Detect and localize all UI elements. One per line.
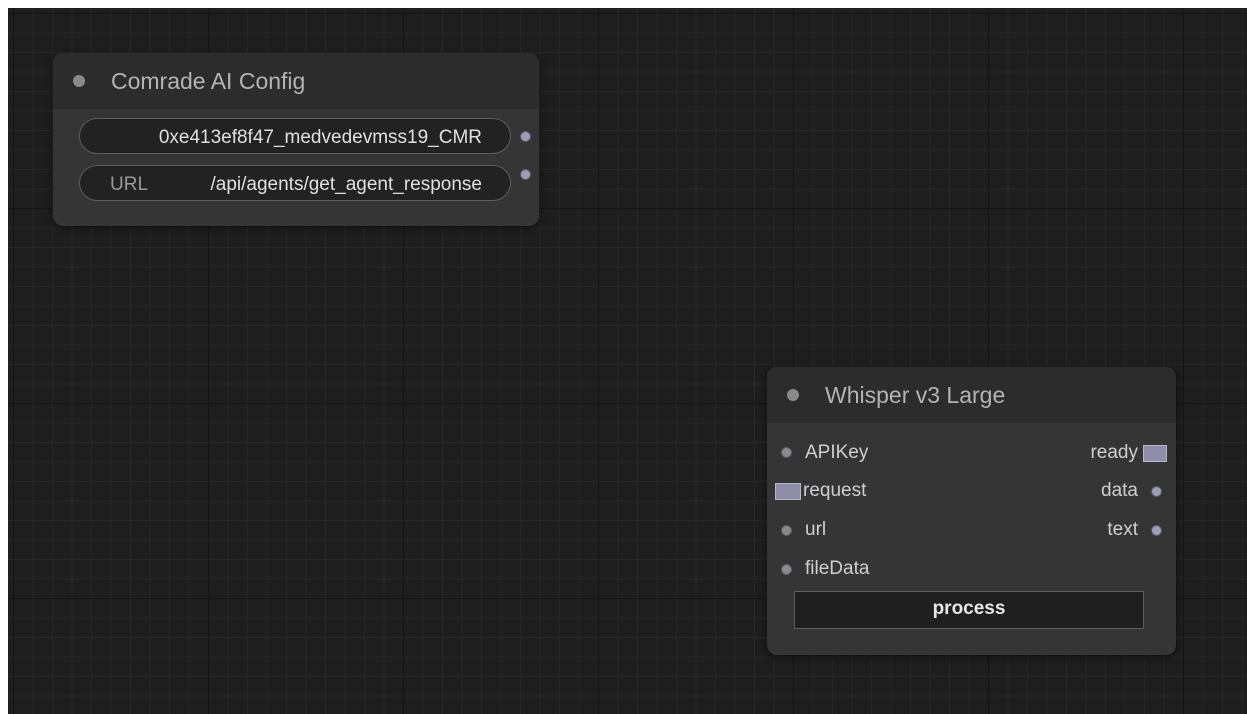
input-label-filedata: fileData bbox=[805, 558, 870, 579]
output-slot-url[interactable] bbox=[520, 169, 531, 180]
comrade-ai-config-node[interactable]: Comrade AI Config 0xe413ef8f47_medvedevm… bbox=[53, 53, 539, 226]
output-label-ready: ready bbox=[1090, 442, 1138, 463]
input-slot-url[interactable] bbox=[781, 525, 792, 536]
url-widget[interactable]: URL /api/agents/get_agent_response bbox=[79, 165, 511, 201]
input-slot-filedata[interactable] bbox=[781, 564, 792, 575]
output-slot-data[interactable] bbox=[1151, 486, 1162, 497]
input-slot-apikey[interactable] bbox=[781, 447, 792, 458]
node-title-bar[interactable]: Whisper v3 Large bbox=[767, 367, 1176, 423]
graph-canvas[interactable]: Comrade AI Config 0xe413ef8f47_medvedevm… bbox=[8, 8, 1247, 714]
collapse-dot-icon[interactable] bbox=[73, 75, 85, 87]
input-label-request: request bbox=[803, 480, 867, 501]
input-slot-request[interactable] bbox=[775, 483, 801, 500]
process-button[interactable]: process bbox=[794, 591, 1144, 629]
input-label-apikey: APIKey bbox=[805, 442, 869, 463]
output-label-data: data bbox=[1101, 480, 1138, 501]
api-key-widget-value: 0xe413ef8f47_medvedevmss19_CMR bbox=[158, 127, 482, 148]
api-key-widget[interactable]: 0xe413ef8f47_medvedevmss19_CMR bbox=[79, 118, 511, 154]
node-title: Comrade AI Config bbox=[111, 68, 306, 94]
node-title-bar[interactable]: Comrade AI Config bbox=[53, 53, 539, 109]
node-title: Whisper v3 Large bbox=[825, 382, 1006, 408]
url-widget-value: /api/agents/get_agent_response bbox=[210, 174, 483, 195]
output-slot-text[interactable] bbox=[1151, 525, 1162, 536]
whisper-v3-large-node[interactable]: Whisper v3 Large APIKey request url file… bbox=[767, 367, 1176, 655]
url-widget-label: URL bbox=[110, 174, 149, 195]
output-slot-api-key[interactable] bbox=[520, 131, 531, 142]
output-slot-ready[interactable] bbox=[1143, 445, 1167, 462]
input-label-url: url bbox=[805, 519, 827, 540]
collapse-dot-icon[interactable] bbox=[787, 389, 799, 401]
output-label-text: text bbox=[1107, 519, 1138, 540]
